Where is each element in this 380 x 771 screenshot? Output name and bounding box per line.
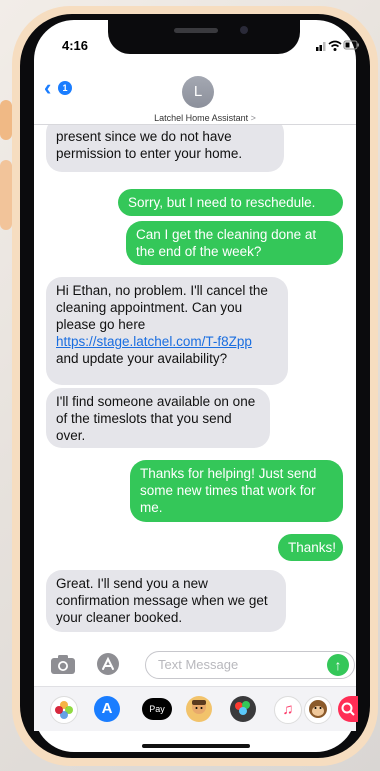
battery-icon <box>343 40 359 50</box>
message-bubble-outgoing: Thanks! <box>278 534 343 561</box>
message-bubble-outgoing: Can I get the cleaning done at the end o… <box>126 221 343 265</box>
send-arrow-icon[interactable]: ↑ <box>327 654 349 676</box>
message-text: Hi Ethan, no problem. I'll cancel the cl… <box>56 283 268 332</box>
contact-avatar[interactable]: L <box>182 76 214 108</box>
message-bubble-incoming: present since we do not have permission … <box>46 125 284 172</box>
message-input-placeholder: Text Message <box>158 657 239 672</box>
status-icons <box>316 38 360 51</box>
chevron-right-icon: > <box>250 113 256 123</box>
message-bubble-incoming: Hi Ethan, no problem. I'll cancel the cl… <box>46 277 288 385</box>
notch <box>108 20 300 54</box>
apple-pay-icon[interactable]: Pay <box>142 698 172 720</box>
photos-icon[interactable] <box>50 696 78 724</box>
message-bubble-outgoing: Thanks for helping! Just send some new t… <box>130 460 343 522</box>
memoji-icon[interactable] <box>186 696 212 722</box>
home-indicator[interactable] <box>142 744 250 748</box>
status-time: 4:16 <box>62 38 89 53</box>
background-blur <box>0 160 12 230</box>
front-camera <box>240 26 248 34</box>
monkey-sticker-icon[interactable] <box>304 696 332 724</box>
contact-name-label[interactable]: Latchel Home Assistant <box>154 113 248 123</box>
app-store-apps-icon[interactable] <box>96 652 120 681</box>
unread-count-badge[interactable]: 1 <box>58 81 72 95</box>
digital-touch-icon[interactable] <box>230 696 256 722</box>
contact-name[interactable]: Latchel Home Assistant > <box>140 113 270 123</box>
message-bubble-incoming: I'll find someone available on one of th… <box>46 388 270 448</box>
wifi-icon <box>328 40 342 51</box>
speaker <box>174 28 218 33</box>
signal-icon <box>316 42 326 51</box>
message-text: and update your availability? <box>56 351 228 366</box>
chevron-left-icon[interactable]: ‹ <box>44 77 51 99</box>
apple-pay-label: Pay <box>149 704 165 714</box>
availability-link[interactable]: https://stage.latchel.com/T-f8Zpp <box>56 334 252 349</box>
message-list[interactable]: present since we do not have permission … <box>34 125 356 645</box>
camera-icon[interactable] <box>50 653 76 680</box>
message-bubble-outgoing: Sorry, but I need to reschedule. <box>118 189 343 216</box>
message-bubble-incoming: Great. I'll send you a new confirmation … <box>46 570 286 632</box>
app-store-icon[interactable]: A <box>94 696 120 722</box>
image-search-icon[interactable] <box>338 696 358 722</box>
background-blur <box>0 100 12 140</box>
